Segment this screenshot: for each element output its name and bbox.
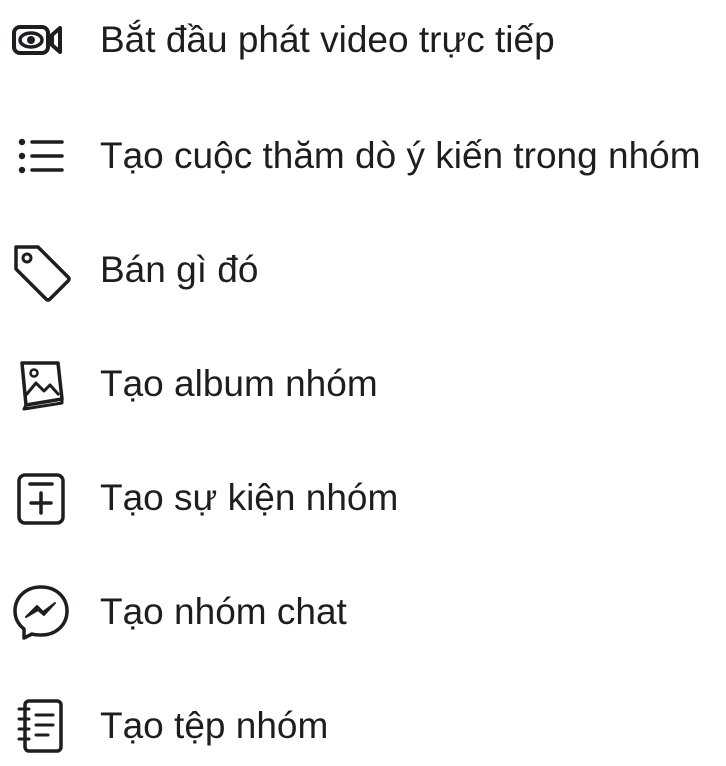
messenger-icon [8, 579, 74, 645]
menu-item-label: Tạo album nhóm [100, 363, 378, 404]
menu-item-label: Tạo tệp nhóm [100, 705, 329, 746]
menu-item-chat[interactable]: Tạo nhóm chat [0, 572, 726, 652]
menu-item-live-video[interactable]: Bắt đầu phát video trực tiếp [0, 0, 726, 80]
menu-item-label: Tạo nhóm chat [100, 591, 347, 632]
menu-item-sell[interactable]: Bán gì đó [0, 230, 726, 310]
notebook-file-icon [8, 693, 74, 759]
calendar-add-icon [8, 465, 74, 531]
menu-item-file[interactable]: Tạo tệp nhóm [0, 686, 726, 766]
menu-item-poll[interactable]: Tạo cuộc thăm dò ý kiến trong nhóm [0, 116, 726, 196]
menu-item-label: Tạo cuộc thăm dò ý kiến trong nhóm [100, 135, 701, 176]
menu-item-label: Bắt đầu phát video trực tiếp [100, 19, 555, 60]
group-composer-menu: Bắt đầu phát video trực tiếp Tạo cuộc th… [0, 0, 726, 758]
price-tag-icon [8, 237, 74, 303]
photo-album-icon [8, 351, 74, 417]
menu-item-album[interactable]: Tạo album nhóm [0, 344, 726, 424]
poll-list-icon [8, 123, 74, 189]
menu-item-label: Bán gì đó [100, 249, 259, 290]
menu-item-event[interactable]: Tạo sự kiện nhóm [0, 458, 726, 538]
menu-item-label: Tạo sự kiện nhóm [100, 477, 399, 518]
live-video-camera-icon [8, 7, 74, 73]
